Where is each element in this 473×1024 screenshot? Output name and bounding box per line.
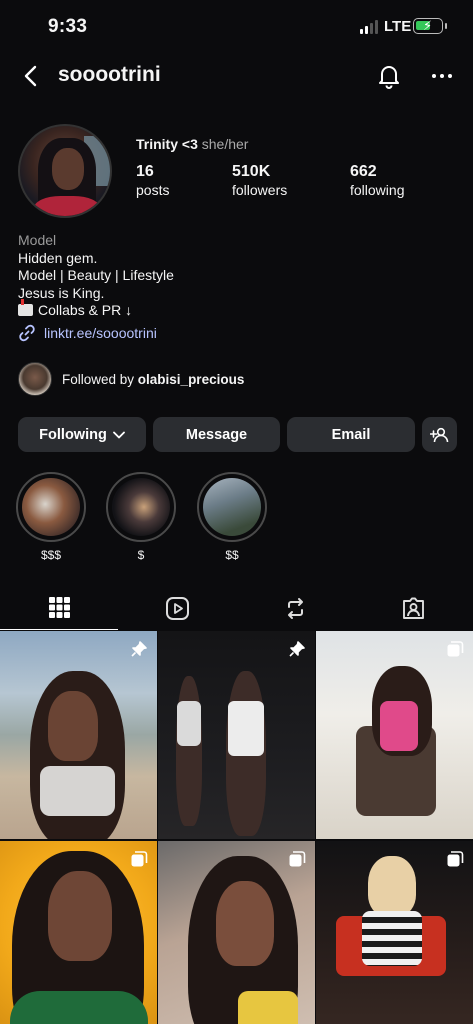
highlight-label: $$ [225, 548, 239, 562]
mailbox-icon [18, 299, 33, 316]
bio-line: Jesus is King. [18, 284, 105, 301]
following-button[interactable]: Following [18, 417, 146, 452]
profile-category: Model [18, 232, 57, 248]
back-icon[interactable] [20, 64, 42, 88]
add-user-icon [429, 427, 448, 442]
stat-value: 510K [232, 163, 271, 180]
post-grid [0, 631, 473, 1024]
network-type: LTE [384, 18, 412, 35]
stat-label: posts [136, 182, 170, 198]
post-thumbnail[interactable] [158, 841, 315, 1024]
story-highlight[interactable]: $$$ [15, 472, 87, 562]
suggested-users-button[interactable] [422, 417, 457, 452]
tab-reels[interactable] [118, 586, 236, 630]
followed-by-text: Followed by olabisi_precious [62, 372, 244, 387]
message-button[interactable]: Message [153, 417, 280, 452]
story-highlight[interactable]: $$ [196, 472, 268, 562]
profile-username: sooootrini [58, 63, 161, 86]
mutual-username: olabisi_precious [137, 371, 245, 387]
highlight-label: $ [137, 548, 145, 562]
pin-icon [131, 641, 147, 657]
highlight-ring [16, 472, 86, 542]
post-thumbnail[interactable] [316, 631, 473, 839]
carousel-icon [447, 851, 464, 867]
stat-following[interactable]: 662 following [350, 163, 404, 198]
followed-by[interactable]: Followed by olabisi_precious [18, 362, 244, 396]
post-thumbnail[interactable] [316, 841, 473, 1024]
mutual-avatar [18, 362, 52, 396]
pronouns: she/her [201, 136, 249, 152]
tab-tagged[interactable] [354, 586, 472, 630]
bio-link[interactable]: linktr.ee/sooootrini [18, 324, 157, 342]
pin-icon [289, 641, 305, 657]
message-label: Message [185, 426, 248, 443]
stat-label: followers [232, 182, 288, 198]
post-thumbnail[interactable] [0, 631, 157, 839]
followed-by-prefix: Followed by [62, 371, 138, 387]
reels-icon [165, 596, 189, 620]
profile-actions: Following Message Email [18, 417, 457, 452]
display-name-text: Trinity <3 [136, 136, 198, 152]
bell-icon[interactable] [376, 63, 402, 89]
battery-icon: ⚡ [413, 18, 447, 34]
email-button[interactable]: Email [287, 417, 415, 452]
tab-reposts[interactable] [236, 586, 354, 630]
stat-posts[interactable]: 16 posts [136, 163, 169, 198]
bio-line: Hidden gem. [18, 249, 98, 266]
highlight-ring [197, 472, 267, 542]
post-thumbnail[interactable] [0, 841, 157, 1024]
stat-value: 16 [136, 163, 154, 180]
carousel-icon [289, 851, 306, 867]
repost-icon [287, 597, 303, 619]
highlight-cover [203, 478, 261, 536]
chevron-down-icon [112, 431, 125, 438]
bio-link-text[interactable]: linktr.ee/sooootrini [44, 325, 157, 341]
bio-line: Collabs & PR ↓ [38, 302, 133, 318]
stat-label: following [350, 182, 405, 198]
profile-avatar[interactable] [18, 124, 112, 218]
stat-followers[interactable]: 510K followers [232, 163, 287, 198]
email-label: Email [331, 426, 371, 443]
tab-posts-grid[interactable] [0, 586, 118, 630]
post-thumbnail[interactable] [158, 631, 315, 839]
profile-tabs [0, 586, 473, 630]
carousel-icon [447, 641, 464, 657]
bio-line: Model | Beauty | Lifestyle [18, 267, 174, 283]
more-options-icon[interactable] [430, 66, 454, 86]
top-nav: sooootrini [0, 54, 473, 98]
link-icon [19, 324, 35, 342]
clock: 9:33 [48, 16, 88, 37]
following-label: Following [39, 426, 107, 443]
highlight-cover [22, 478, 80, 536]
bio-line-collabs: Collabs & PR ↓ [18, 299, 174, 320]
story-highlight[interactable]: $ [105, 472, 177, 562]
tagged-icon [402, 597, 424, 619]
display-name: Trinity <3 she/her [136, 136, 248, 152]
grid-icon [48, 597, 70, 618]
bio: Model Hidden gem. Model | Beauty | Lifes… [18, 232, 174, 320]
status-bar: 9:33 LTE ⚡ [0, 0, 473, 54]
stat-value: 662 [350, 163, 377, 180]
signal-icon [360, 20, 378, 34]
highlight-cover [112, 478, 170, 536]
highlight-ring [106, 472, 176, 542]
highlight-label: $$$ [40, 548, 62, 562]
carousel-icon [131, 851, 148, 867]
